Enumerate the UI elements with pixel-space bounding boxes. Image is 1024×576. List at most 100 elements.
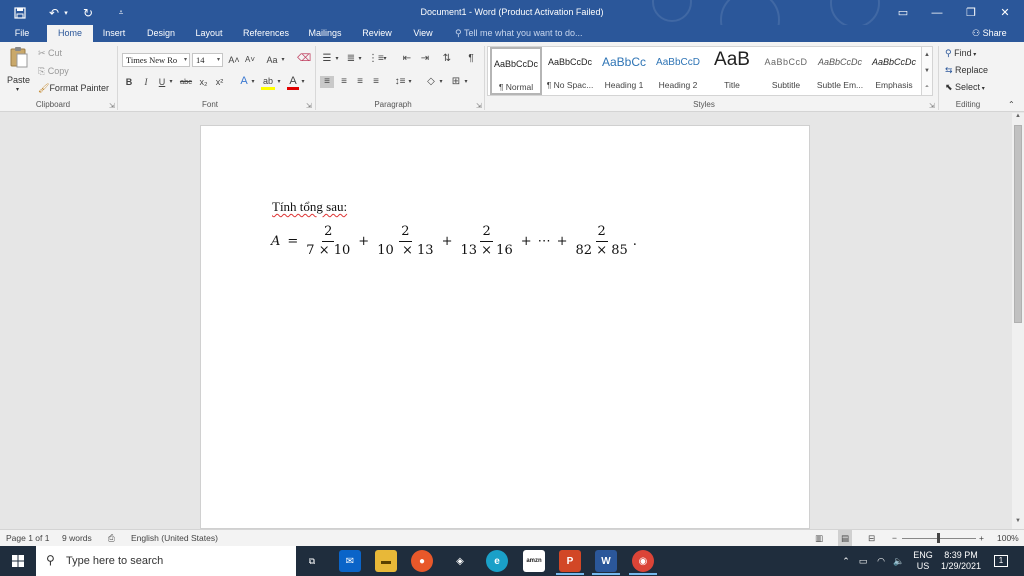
task-view-icon[interactable]: ⧉ [302, 546, 322, 576]
share-button[interactable]: ⚇ Share [972, 25, 1007, 42]
vertical-scrollbar[interactable]: ▲ ▼ [1012, 113, 1024, 529]
font-name-box[interactable]: Times New Ro ▾ [122, 53, 190, 67]
language[interactable]: English (United States) [131, 530, 218, 546]
tab-file[interactable]: File [6, 25, 38, 42]
volume-icon[interactable]: 🔈 [892, 546, 906, 576]
styles-launcher-icon[interactable]: ⇲ [929, 102, 935, 110]
tab-mailings[interactable]: Mailings [303, 25, 347, 42]
zoom-level[interactable]: 100% [997, 530, 1019, 546]
borders-icon[interactable]: ⊞ [449, 76, 463, 88]
clipboard-launcher-icon[interactable]: ⇲ [109, 102, 115, 110]
align-left-icon[interactable]: ≡ [320, 76, 334, 88]
justify-icon[interactable]: ≡ [369, 76, 383, 88]
zoom-in-icon[interactable]: + [979, 530, 984, 546]
web-layout-icon[interactable]: ⊟ [868, 530, 875, 546]
chevron-down-icon[interactable]: ▾ [250, 76, 256, 88]
chevron-down-icon[interactable]: ▾ [357, 53, 363, 65]
mail-icon[interactable]: ✉ [339, 550, 361, 572]
chevron-down-icon[interactable]: ▼ [922, 63, 932, 79]
collapse-ribbon-icon[interactable]: ⌃ [1008, 100, 1015, 109]
dropbox-icon[interactable]: ◈ [449, 550, 471, 572]
align-center-icon[interactable]: ≡ [337, 76, 351, 88]
cut-button[interactable]: ✂ Cut [38, 48, 62, 59]
read-mode-icon[interactable]: ▥ [815, 530, 823, 546]
amazon-icon[interactable]: amzn [523, 550, 545, 572]
shrink-font-button[interactable]: A˅ [243, 54, 257, 66]
copy-button[interactable]: ⎘ Copy [38, 66, 69, 77]
chevron-down-icon[interactable]: ▾ [276, 76, 282, 88]
bullets-icon[interactable]: ☰ [320, 53, 334, 65]
scroll-up-icon[interactable]: ▲ [1012, 113, 1024, 119]
italic-button[interactable]: I [140, 76, 152, 88]
chevron-down-icon[interactable]: ▾ [280, 54, 286, 66]
show-formatting-marks-icon[interactable]: ¶ [464, 53, 478, 65]
chevron-down-icon[interactable]: ▾ [407, 76, 413, 88]
word-count[interactable]: 9 words [62, 530, 92, 546]
format-painter-button[interactable]: 🖌Format Painter [38, 83, 109, 94]
select-button[interactable]: ⬉ Select ▾ [945, 82, 985, 93]
chevron-down-icon[interactable]: ▾ [438, 76, 444, 88]
font-launcher-icon[interactable]: ⇲ [306, 102, 312, 110]
tab-insert[interactable]: Insert [96, 25, 132, 42]
scroll-down-icon[interactable]: ▼ [1012, 518, 1024, 524]
tab-layout[interactable]: Layout [189, 25, 229, 42]
document-heading[interactable]: Tính tổng sau: [272, 199, 347, 215]
clear-formatting-icon[interactable]: ⌫ [297, 53, 311, 65]
tab-design[interactable]: Design [141, 25, 181, 42]
style-subtle-emphasis[interactable]: AaBbCcDc Subtle Em... [814, 47, 866, 95]
decrease-indent-icon[interactable]: ⇤ [400, 53, 414, 65]
more-styles-icon[interactable]: ⩡ [922, 79, 932, 95]
replace-button[interactable]: ⇆ Replace [945, 65, 988, 76]
tab-references[interactable]: References [239, 25, 293, 42]
paste-icon[interactable] [9, 46, 29, 70]
align-right-icon[interactable]: ≡ [353, 76, 367, 88]
paste-dropdown-icon[interactable]: ▾ [16, 86, 19, 93]
style-no-spacing[interactable]: AaBbCcDc ¶ No Spac... [544, 47, 596, 95]
increase-indent-icon[interactable]: ⇥ [418, 53, 432, 65]
close-button[interactable]: ✕ [988, 0, 1022, 25]
chrome-icon[interactable]: ◉ [632, 550, 654, 572]
line-spacing-icon[interactable]: ↕≡ [393, 76, 407, 88]
subscript-button[interactable]: x₂ [197, 76, 210, 88]
restore-button[interactable]: ❐ [954, 0, 988, 25]
chevron-up-icon[interactable]: ▲ [922, 47, 932, 63]
powerpoint-icon[interactable]: P [559, 550, 581, 572]
multilevel-list-icon[interactable]: ⋮≡ [368, 53, 384, 65]
style-heading-2[interactable]: AaBbCcD Heading 2 [652, 47, 704, 95]
underline-button[interactable]: U [156, 76, 168, 88]
sort-icon[interactable]: ⇅ [440, 53, 454, 65]
tab-view[interactable]: View [407, 25, 439, 42]
chevron-down-icon[interactable]: ▾ [334, 53, 340, 65]
chevron-down-icon[interactable]: ▾ [168, 76, 174, 88]
text-effects-button[interactable]: A [238, 75, 250, 87]
strikethrough-button[interactable]: abc [178, 76, 194, 88]
grow-font-button[interactable]: A˄ [227, 54, 241, 66]
document-page[interactable]: Tính tổng sau: A = 2 7 × 10 + 2 10 × 13 … [200, 125, 810, 529]
input-language[interactable]: ENG US [910, 546, 936, 576]
style-emphasis[interactable]: AaBbCcDc Emphasis [868, 47, 920, 95]
numbering-icon[interactable]: ≣ [344, 53, 358, 65]
tab-home[interactable]: Home [47, 25, 93, 43]
file-explorer-icon[interactable]: ▬ [375, 550, 397, 572]
print-layout-icon[interactable]: ▤ [838, 530, 853, 546]
ribbon-display-options-button[interactable]: ▭ [886, 0, 920, 25]
proofing-icon[interactable]: ⎙ [108, 530, 115, 546]
find-button[interactable]: ⚲ Find ▾ [945, 48, 976, 59]
shading-icon[interactable]: ◇ [424, 76, 438, 88]
font-color-button[interactable]: A [287, 75, 299, 90]
tell-me-search[interactable]: ⚲ Tell me what you want to do... [455, 25, 583, 42]
style-heading-1[interactable]: AaBbCc Heading 1 [598, 47, 650, 95]
style-normal[interactable]: AaBbCcDc ¶ Normal [490, 47, 542, 95]
highlight-button[interactable]: ab [261, 75, 275, 90]
tab-review[interactable]: Review [357, 25, 397, 42]
word-icon[interactable]: W [595, 550, 617, 572]
paste-button[interactable]: Paste [7, 75, 30, 85]
style-title[interactable]: AaB Title [706, 47, 758, 95]
chevron-down-icon[interactable]: ▾ [463, 76, 469, 88]
chevron-down-icon[interactable]: ▾ [382, 53, 388, 65]
style-subtitle[interactable]: AaBbCcD Subtitle [760, 47, 812, 95]
zoom-out-icon[interactable]: − [892, 530, 897, 546]
zoom-slider-thumb[interactable] [937, 533, 940, 543]
minimize-button[interactable]: — [920, 0, 954, 25]
taskbar-search[interactable]: ⚲ Type here to search [36, 546, 296, 576]
